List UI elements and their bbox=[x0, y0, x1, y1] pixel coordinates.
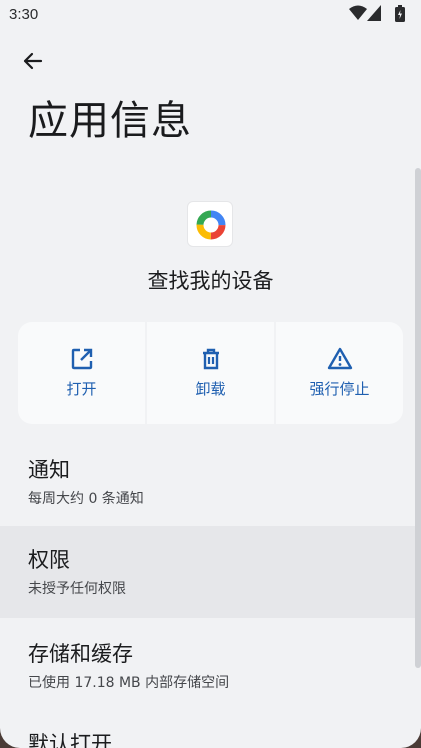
action-row: 打开 卸载 强行停止 bbox=[18, 322, 403, 424]
pref-summary: 未授予任何权限 bbox=[28, 581, 126, 597]
pref-summary: 每周大约 0 条通知 bbox=[28, 491, 144, 507]
page-title: 应用信息 bbox=[28, 98, 192, 144]
force-stop-button[interactable]: 强行停止 bbox=[276, 322, 403, 424]
wifi-icon bbox=[349, 5, 367, 20]
pref-storage[interactable]: 存储和缓存 已使用 17.18 MB 内部存储空间 bbox=[0, 618, 415, 710]
pref-notifications[interactable]: 通知 每周大约 0 条通知 bbox=[0, 442, 415, 526]
app-info-screen: 3:30 应用信息 查找我的设备 打开 卸载 强行停止 通知 每周大约 0 条通… bbox=[0, 0, 421, 748]
pref-title: 通知 bbox=[28, 458, 70, 482]
warning-triangle-icon bbox=[327, 347, 352, 370]
uninstall-label: 卸载 bbox=[195, 380, 226, 398]
trash-icon bbox=[202, 348, 219, 370]
force-stop-label: 强行停止 bbox=[309, 380, 370, 398]
status-time: 3:30 bbox=[9, 6, 39, 23]
app-icon bbox=[187, 201, 233, 247]
open-label: 打开 bbox=[66, 380, 97, 398]
battery-icon bbox=[395, 5, 405, 22]
uninstall-button[interactable]: 卸载 bbox=[147, 322, 274, 424]
find-my-device-icon bbox=[196, 210, 226, 240]
app-name: 查找我的设备 bbox=[147, 269, 274, 293]
pref-summary: 已使用 17.18 MB 内部存储空间 bbox=[28, 675, 230, 691]
pref-permissions[interactable]: 权限 未授予任何权限 bbox=[0, 526, 415, 618]
cell-signal-icon bbox=[367, 5, 381, 21]
scrollbar[interactable] bbox=[415, 168, 421, 668]
open-button[interactable]: 打开 bbox=[18, 322, 145, 424]
pref-title: 权限 bbox=[28, 548, 70, 572]
pref-title: 默认打开 bbox=[28, 732, 112, 748]
pref-title: 存储和缓存 bbox=[28, 642, 133, 666]
back-button[interactable] bbox=[16, 46, 50, 76]
arrow-left-icon bbox=[23, 52, 43, 70]
open-external-icon bbox=[71, 348, 92, 370]
pref-open-by-default[interactable]: 默认打开 bbox=[0, 710, 415, 748]
status-bar: 3:30 bbox=[0, 0, 421, 30]
